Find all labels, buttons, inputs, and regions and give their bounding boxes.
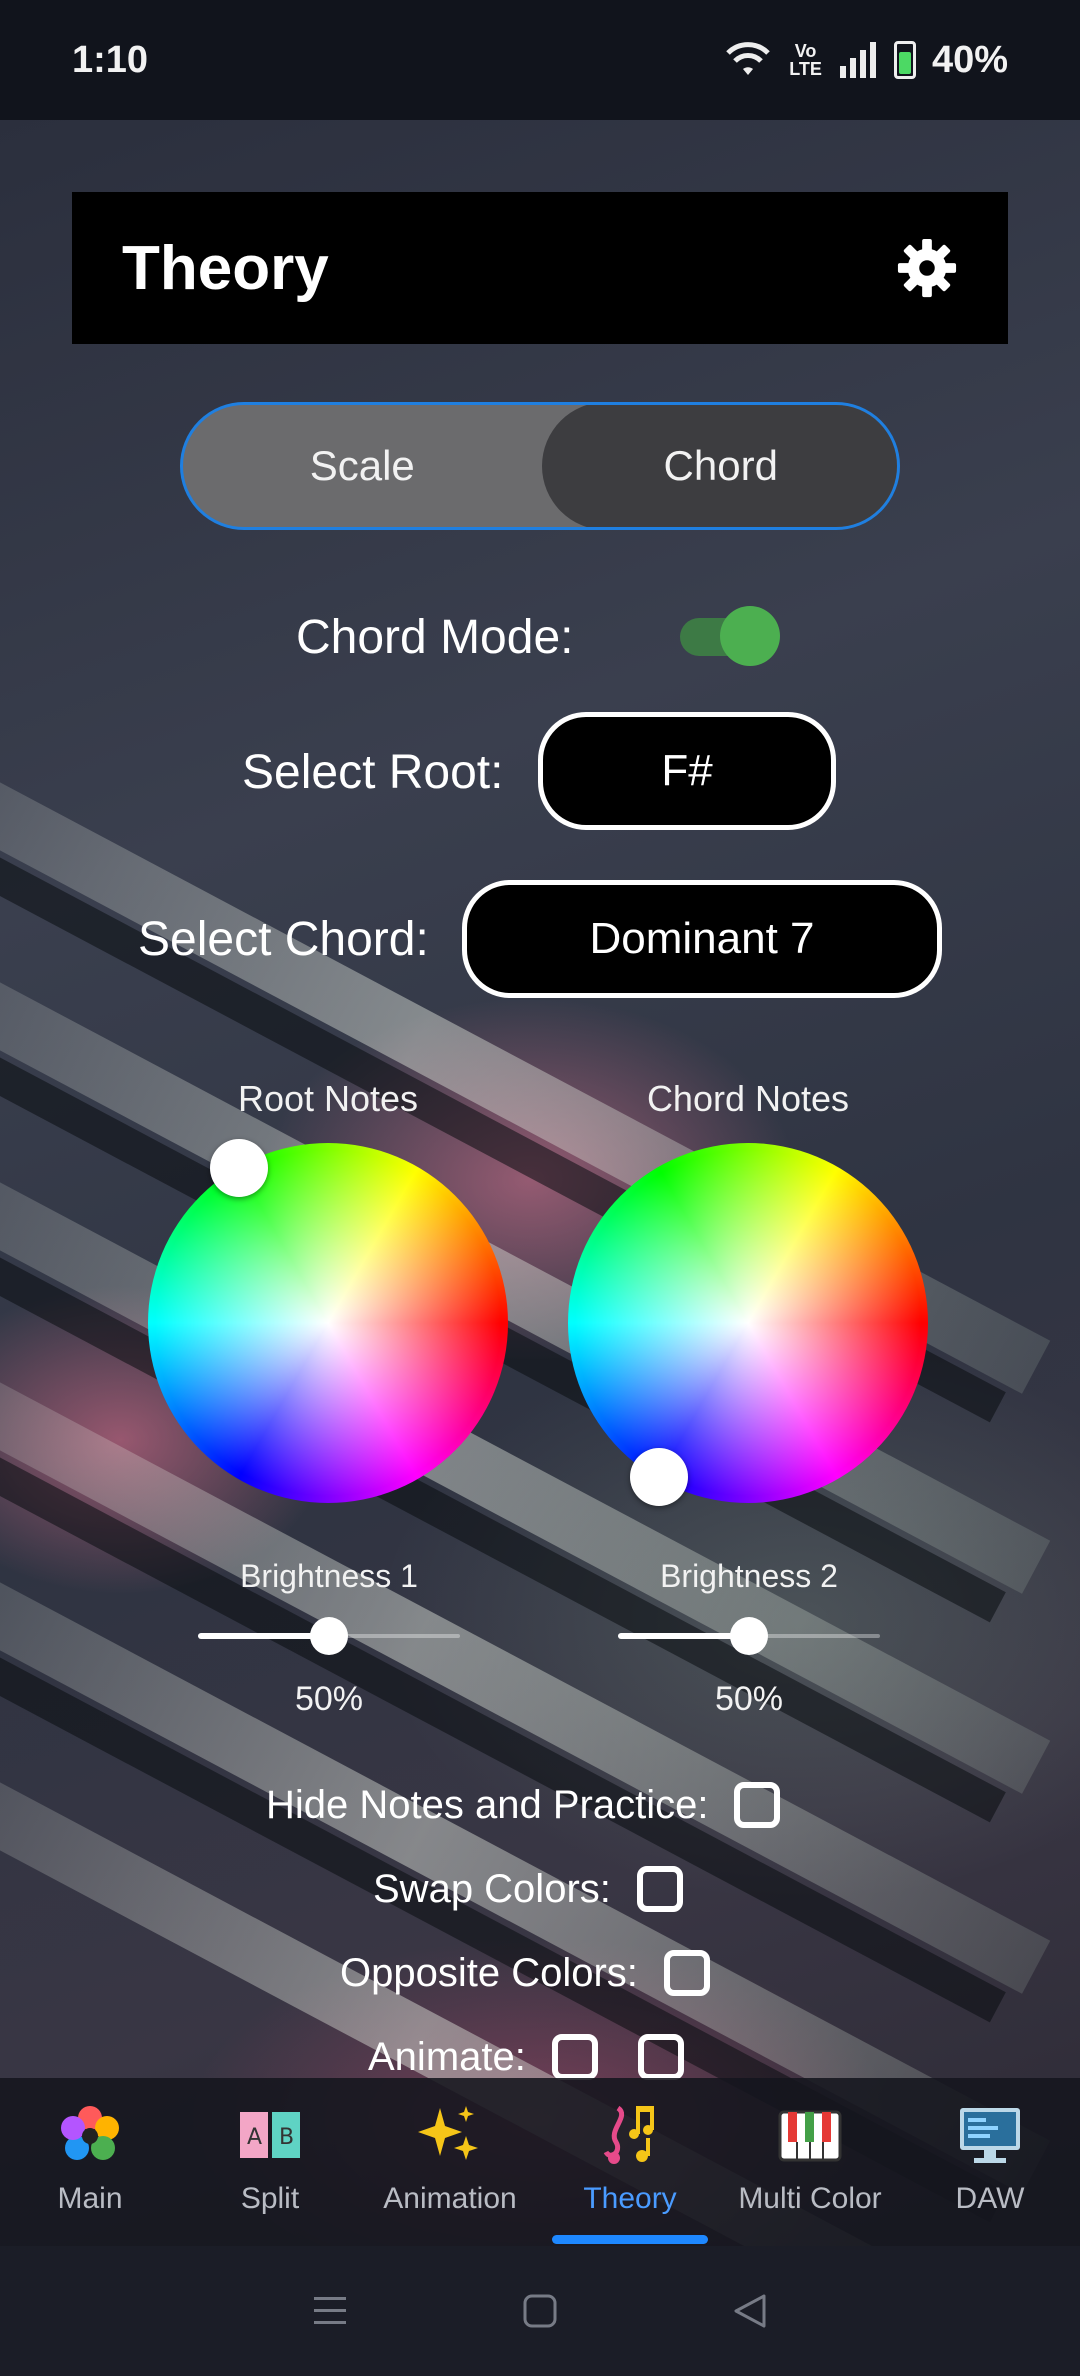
page-title: Theory [122,233,329,303]
recent-apps-icon[interactable] [310,2291,350,2331]
animate-label: Animate: [368,2034,526,2079]
swap-colors-label: Swap Colors: [373,1866,611,1911]
root-notes-color-wheel[interactable] [148,1143,508,1503]
swap-colors-row: Swap Colors: [373,1866,683,1912]
nav-split-label: Split [240,2182,300,2215]
status-icons: Vo LTE 40% [723,39,1008,82]
opposite-colors-label: Opposite Colors: [340,1950,638,1995]
wifi-icon [726,42,771,75]
hide-notes-row: Hide Notes and Practice: [266,1782,781,1828]
root-notes-label: Root Notes [237,1078,419,1119]
root-color-picker-handle[interactable] [210,1139,268,1197]
nav-daw[interactable]: DAW [900,2078,1080,2246]
back-icon[interactable] [730,2291,770,2331]
root-select-button[interactable]: F# [538,712,836,830]
opposite-colors-row: Opposite Colors: [340,1950,710,1996]
ab-split-icon: A B [240,2112,300,2158]
battery-icon [893,41,916,79]
nav-main-label: Main [57,2182,123,2215]
brightness-1-value: 50% [294,1680,364,1718]
brightness-2-slider[interactable] [618,1616,880,1656]
chord-color-picker-handle[interactable] [630,1448,688,1506]
brightness-2-value: 50% [714,1680,784,1718]
chord-notes-label: Chord Notes [646,1078,850,1119]
scale-chord-segmented: Scale Chord [180,402,900,530]
nav-animation-label: Animation [383,2182,517,2215]
brightness-1-slider[interactable] [198,1616,460,1656]
svg-text:B: B [279,2125,294,2150]
sparkles-icon [418,2106,478,2160]
system-navigation-bar [0,2246,1080,2376]
svg-text:A: A [247,2125,262,2150]
animate-checkbox-2[interactable] [637,2034,684,2080]
chord-mode-toggle[interactable] [676,606,780,666]
animate-row: Animate: [368,2034,684,2080]
nav-daw-label: DAW [955,2182,1025,2215]
chord-select-button[interactable]: Dominant 7 [462,880,942,998]
chord-notes-color-wheel[interactable] [568,1143,928,1503]
nav-theory-label: Theory [583,2182,677,2215]
monitor-icon [960,2108,1020,2163]
chord-mode-label: Chord Mode: [296,611,574,664]
bottom-navigation: Main A B Split Animation Theory Multi Co… [0,2078,1080,2246]
animate-checkbox-1[interactable] [551,2034,598,2080]
battery-level: 40% [931,38,1008,81]
nav-main[interactable]: Main [0,2078,180,2246]
music-notes-icon [603,2105,654,2164]
nav-split[interactable]: A B Split [180,2078,360,2246]
volte-icon: Vo LTE [789,41,822,79]
brightness-1-label: Brightness 1 [240,1558,418,1594]
status-time: 1:10 [72,38,149,81]
status-bar: 1:10 Vo LTE 40% [0,0,1080,120]
tab-chord[interactable]: Chord [541,405,897,527]
hide-notes-checkbox[interactable] [734,1782,781,1828]
nav-animation[interactable]: Animation [360,2078,540,2246]
flower-icon [61,2106,119,2160]
brightness-2-label: Brightness 2 [660,1558,838,1594]
piano-keys-icon [778,2110,842,2162]
nav-multi-color[interactable]: Multi Color [720,2078,900,2246]
active-tab-indicator [552,2235,708,2244]
hide-notes-label: Hide Notes and Practice: [266,1782,709,1827]
home-icon[interactable] [520,2291,560,2331]
nav-theory[interactable]: Theory [540,2078,720,2246]
nav-multi-color-label: Multi Color [738,2182,882,2215]
signal-icon [839,42,876,78]
opposite-colors-checkbox[interactable] [663,1950,710,1996]
swap-colors-checkbox[interactable] [636,1866,683,1912]
tab-scale[interactable]: Scale [183,405,542,527]
select-chord-label: Select Chord: [138,913,429,966]
app-header: Theory [72,192,1008,344]
select-root-label: Select Root: [242,746,504,799]
gear-icon[interactable] [896,237,958,299]
